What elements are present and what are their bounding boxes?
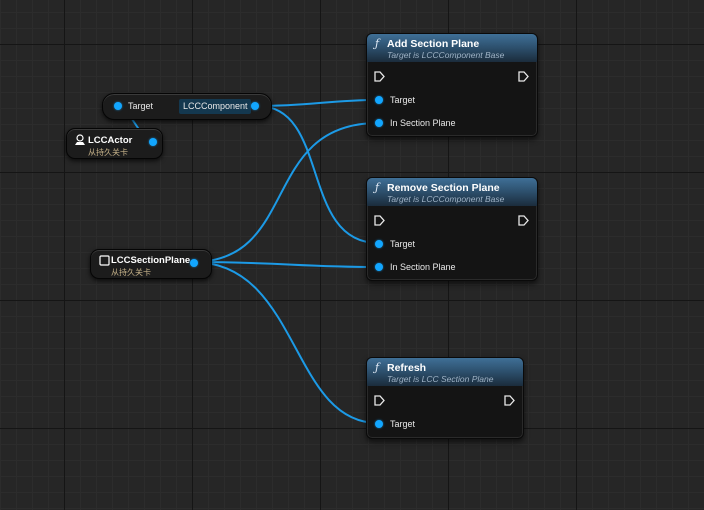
exec-out-pin-icon[interactable] bbox=[518, 215, 529, 226]
wire-plane-to-add-in bbox=[192, 122, 379, 263]
function-icon: ƒ bbox=[375, 37, 380, 50]
node-title: Add Section Plane bbox=[387, 38, 480, 50]
pin-label: Target bbox=[390, 419, 416, 429]
pin-connector[interactable] bbox=[375, 420, 383, 428]
lcc-actor-node[interactable]: LCCActor 从持久关卡 bbox=[66, 128, 163, 159]
node-header: ƒ Refresh Target is LCC Section Plane bbox=[367, 358, 523, 386]
wire-component-to-add-target bbox=[257, 99, 379, 107]
exec-in-pin-icon[interactable] bbox=[374, 395, 385, 406]
wire-plane-to-refresh-target bbox=[192, 261, 379, 424]
object-icon bbox=[99, 255, 110, 269]
pin-connector[interactable] bbox=[375, 240, 383, 248]
node-title: Refresh bbox=[387, 362, 427, 374]
exec-out-pin-icon[interactable] bbox=[504, 395, 515, 406]
exec-in-pin-icon[interactable] bbox=[374, 71, 385, 82]
node-subtitle: Target is LCCComponent Base bbox=[387, 194, 505, 204]
pin-connector[interactable] bbox=[375, 263, 383, 271]
node-subtitle: Target is LCCComponent Base bbox=[387, 50, 505, 60]
component-output-label: LCCComponent bbox=[183, 101, 248, 111]
pin-label: Target bbox=[390, 95, 416, 105]
target-input-label: Target bbox=[128, 101, 154, 111]
refresh-node[interactable]: ƒ Refresh Target is LCC Section Plane Ta… bbox=[366, 357, 524, 439]
section-plane-output-pin[interactable] bbox=[190, 259, 198, 267]
actor-icon bbox=[74, 134, 86, 149]
node-title: Remove Section Plane bbox=[387, 182, 500, 194]
remove-section-plane-node[interactable]: ƒ Remove Section Plane Target is LCCComp… bbox=[366, 177, 538, 281]
component-output-pin[interactable] bbox=[251, 102, 259, 110]
node-subtitle: 从持久关卡 bbox=[111, 268, 151, 277]
get-component-node[interactable]: Target LCCComponent bbox=[102, 93, 272, 120]
node-subtitle: 从持久关卡 bbox=[88, 148, 128, 157]
pin-connector[interactable] bbox=[375, 119, 383, 127]
node-title: LCCActor bbox=[88, 135, 133, 146]
node-header: ƒ Add Section Plane Target is LCCCompone… bbox=[367, 34, 537, 62]
node-subtitle: Target is LCC Section Plane bbox=[387, 374, 494, 384]
pin-connector[interactable] bbox=[375, 96, 383, 104]
actor-output-pin[interactable] bbox=[149, 138, 157, 146]
node-title: LCCSectionPlane bbox=[111, 255, 191, 266]
function-icon: ƒ bbox=[375, 181, 380, 194]
exec-out-pin-icon[interactable] bbox=[518, 71, 529, 82]
add-section-plane-node[interactable]: ƒ Add Section Plane Target is LCCCompone… bbox=[366, 33, 538, 137]
pin-label: In Section Plane bbox=[390, 262, 456, 272]
target-input-pin[interactable] bbox=[114, 102, 122, 110]
pin-label: Target bbox=[390, 239, 416, 249]
wire-component-to-remove-target bbox=[257, 105, 379, 244]
exec-in-pin-icon[interactable] bbox=[374, 215, 385, 226]
lcc-section-plane-node[interactable]: LCCSectionPlane 从持久关卡 bbox=[90, 249, 212, 279]
node-header: ƒ Remove Section Plane Target is LCCComp… bbox=[367, 178, 537, 206]
pin-label: In Section Plane bbox=[390, 118, 456, 128]
function-icon: ƒ bbox=[375, 361, 380, 374]
